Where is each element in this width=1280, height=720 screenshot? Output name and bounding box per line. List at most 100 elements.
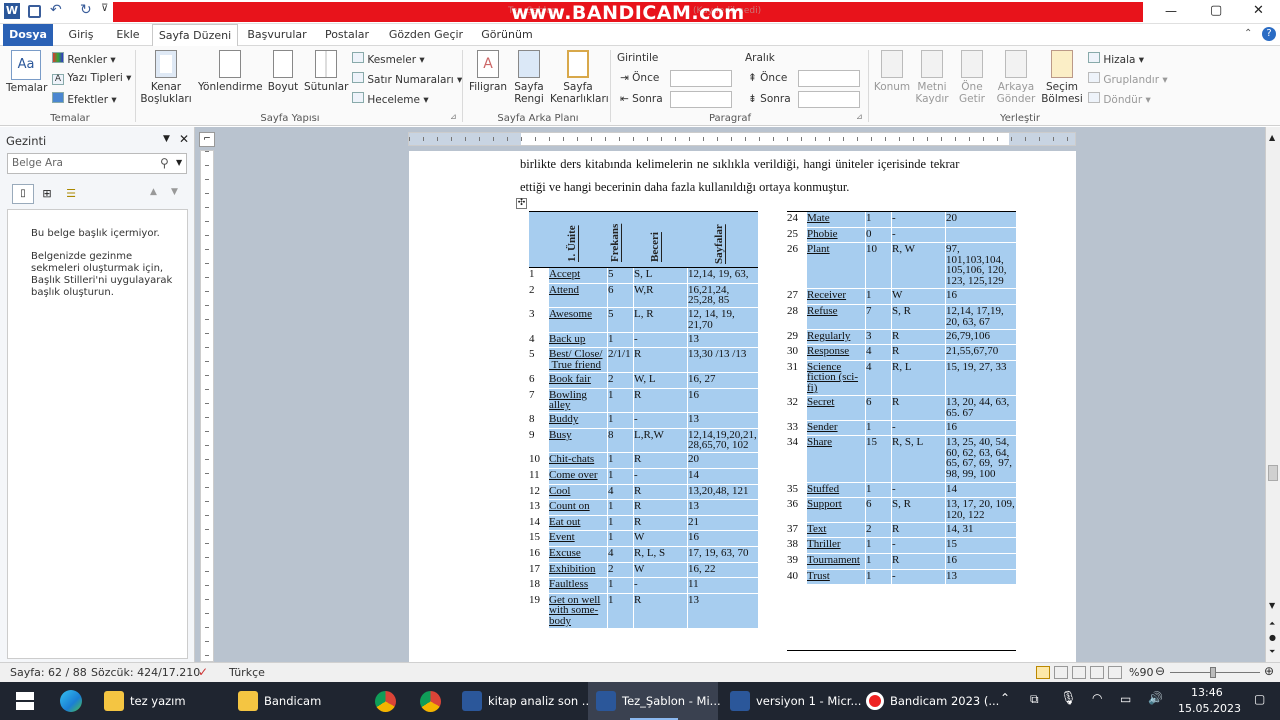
pages-view-icon[interactable]: ⊞ — [36, 184, 58, 204]
table-row[interactable]: 32 Secret 6 R 13, 20, 44, 63, 65. 67 — [787, 396, 1016, 420]
spacing-before-input[interactable] — [798, 70, 860, 87]
zoom-level[interactable]: %90 — [1129, 666, 1153, 679]
table-row[interactable]: 13 Count on 1 R 13 — [529, 500, 758, 515]
table-row[interactable]: 29 Regularly 3 R 26,79,106 — [787, 329, 1016, 345]
table-row[interactable]: 26 Plant 10 R, W 97, 101,103,104, 105,106, 1… — [787, 243, 1016, 289]
table-row[interactable]: 14 Eat out 1 R 21 — [529, 515, 758, 531]
indent-before-input[interactable] — [670, 70, 732, 87]
vertical-ruler[interactable] — [200, 150, 214, 662]
table-row[interactable]: 28 Refuse 7 S, R 12,14, 17,19, 20, 63, 67 — [787, 305, 1016, 329]
tab-postalar[interactable]: Postalar — [318, 24, 376, 46]
results-view-icon[interactable]: ☰ — [60, 184, 82, 204]
tab-sayfa-duzeni[interactable]: Sayfa Düzeni — [152, 24, 238, 47]
table-row[interactable]: 9 Busy 8 L,R,W 12,14,19,20,21, 28,65,70, 102 — [529, 428, 758, 453]
table-row[interactable]: 39 Tournament 1 R 16 — [787, 554, 1016, 569]
table-row[interactable]: 10 Chit-chats 1 R 20 — [529, 453, 758, 468]
taskbar-item-versiyon[interactable]: versiyon 1 - Micr... — [756, 686, 861, 716]
language[interactable]: Türkçe — [229, 666, 265, 679]
heceleme-button[interactable]: Heceleme ▾ — [352, 92, 429, 106]
vertical-scrollbar[interactable]: ▲ ▼ ⏶ ● ⏷ — [1265, 127, 1280, 662]
browse-object-icon[interactable]: ● — [1269, 633, 1276, 642]
nav-menu-icon[interactable]: ▼ — [163, 134, 170, 144]
draft-icon[interactable] — [1108, 666, 1122, 679]
dialog-launcher-icon[interactable]: ⊿ — [450, 112, 457, 121]
ruler-toggle-button[interactable]: ⌐ — [199, 132, 215, 147]
table-row[interactable]: 36 Support 6 S, R 13, 17, 20, 109, 120, 122 — [787, 498, 1016, 522]
temalar-button[interactable]: Aa Temalar — [6, 50, 47, 94]
document-page[interactable]: birlikte ders kitabında kelimelerin ne s… — [409, 151, 1076, 662]
table-row[interactable]: 17 Exhibition 2 W 16, 22 — [529, 562, 758, 578]
web-layout-icon[interactable] — [1072, 666, 1086, 679]
table-row[interactable]: 31 Science fiction (sci- fi) 4 R, L 15, 19, … — [787, 360, 1016, 396]
table-row[interactable]: 6 Book fair 2 W, L 16, 27 — [529, 373, 758, 388]
table-row[interactable]: 18 Faultless 1-11 — [529, 578, 758, 593]
kenar-bosluklari-button[interactable]: Kenar Boşlukları — [140, 50, 192, 105]
search-options-icon[interactable]: ▼ — [176, 158, 182, 167]
tab-gozden-gecir[interactable]: Gözden Geçir — [384, 24, 468, 46]
zoom-thumb[interactable] — [1210, 667, 1216, 678]
table-row[interactable]: 33 Sender 1-16 — [787, 420, 1016, 436]
table-row[interactable]: 38 Thriller 1-15 — [787, 538, 1016, 553]
maximize-button[interactable]: ▢ — [1210, 3, 1222, 18]
table-row[interactable]: 11 Come over 1-14 — [529, 469, 758, 484]
taskbar-item-bandicam-folder[interactable]: Bandicam — [264, 686, 321, 716]
edge-icon[interactable] — [60, 690, 82, 712]
headings-view-icon[interactable]: ▯ — [12, 184, 34, 204]
save-icon[interactable] — [28, 5, 41, 18]
start-icon[interactable] — [16, 692, 34, 710]
sutunlar-button[interactable]: Sütunlar — [304, 50, 348, 93]
previous-page-icon[interactable]: ⏶ — [1269, 619, 1275, 629]
table-row[interactable]: 40 Trust 1-13 — [787, 569, 1016, 585]
tab-basvurular[interactable]: Başvurular — [244, 24, 310, 46]
zoom-out-icon[interactable]: ⊖ — [1155, 664, 1165, 678]
print-layout-icon[interactable] — [1036, 666, 1050, 679]
table-row[interactable]: 24 Mate 1-20 — [787, 212, 1016, 227]
table-row[interactable]: 8 Buddy 1-13 — [529, 413, 758, 428]
sayfa-rengi-button[interactable]: Sayfa Rengi — [510, 50, 548, 105]
yazi-tipleri-button[interactable]: A Yazı Tipleri ▾ — [52, 72, 131, 85]
indent-after-input[interactable] — [670, 91, 732, 108]
battery-icon[interactable]: ▭ — [1120, 692, 1131, 706]
microphone-icon[interactable]: 🎙 — [1060, 691, 1077, 706]
chrome-icon[interactable] — [420, 691, 441, 712]
taskbar-item-tez-sablon[interactable]: Tez_Şablon - Mi... — [622, 686, 721, 716]
kesmeler-button[interactable]: Kesmeler ▾ — [352, 52, 425, 66]
close-button[interactable]: ✕ — [1253, 3, 1264, 18]
next-page-icon[interactable]: ⏷ — [1269, 647, 1275, 657]
secim-bolmesi-button[interactable]: Seçim Bölmesi — [1040, 50, 1084, 105]
undo-icon[interactable]: ↶ — [50, 2, 62, 18]
tab-giris[interactable]: Giriş — [60, 24, 102, 46]
taskbar-item-kitap-analiz[interactable]: kitap analiz son ... — [488, 686, 593, 716]
tab-gorunum[interactable]: Görünüm — [474, 24, 540, 46]
horizontal-ruler[interactable] — [408, 132, 1076, 146]
taskbar-item-tez-yazim[interactable]: tez yazım — [130, 686, 186, 716]
scroll-down-icon[interactable]: ▼ — [1269, 601, 1275, 610]
scroll-up-icon[interactable]: ▲ — [1269, 133, 1275, 142]
table-row[interactable]: 37 Text 2 R 14, 31 — [787, 522, 1016, 538]
table-row[interactable]: 19 Get on well with some- body 1 R 13 — [529, 593, 758, 629]
full-screen-icon[interactable] — [1054, 666, 1068, 679]
renkler-button[interactable]: Renkler ▾ — [52, 52, 116, 66]
efektler-button[interactable]: Efektler ▾ — [52, 92, 117, 106]
wifi-icon[interactable]: ◠ — [1092, 691, 1102, 705]
table-row[interactable]: 34 Share 15 R, S, L 13, 25, 40, 54, 60, 62, … — [787, 436, 1016, 482]
filigran-button[interactable]: A Filigran — [466, 50, 510, 93]
satir-numaralari-button[interactable]: Satır Numaraları ▾ — [352, 72, 462, 86]
table-row[interactable]: 7 Bowling alley 1 R 16 — [529, 388, 758, 413]
table-row[interactable]: 16 Excuse 4 R, L, S 17, 19, 63, 70 — [529, 547, 758, 562]
zoom-in-icon[interactable]: ⊕ — [1264, 664, 1274, 678]
scroll-thumb[interactable] — [1268, 465, 1278, 481]
word-count[interactable]: Sözcük: 424/17.210 — [91, 666, 200, 679]
sayfa-kenarliklari-button[interactable]: Sayfa Kenarlıkları — [550, 50, 609, 105]
nav-down-icon[interactable]: ▼ — [171, 187, 178, 197]
yonlendirme-button[interactable]: Yönlendirme — [198, 50, 263, 93]
outline-icon[interactable] — [1090, 666, 1104, 679]
word-app-icon[interactable]: W — [4, 3, 20, 19]
table-row[interactable]: 1 Accept 5 S, L 12,14, 19, 63, — [529, 268, 758, 283]
table-row[interactable]: 5 Best/ Close/ True friend 2/1/1 R 13,30 /13… — [529, 348, 758, 372]
clock-time[interactable]: 13:46 — [1191, 686, 1223, 699]
table-row[interactable]: 25 Phobie 0- — [787, 227, 1016, 243]
table-row[interactable]: 4 Back up 1-13 — [529, 332, 758, 348]
volume-icon[interactable]: 🔊 — [1148, 691, 1163, 705]
table-move-handle-icon[interactable]: ✣ — [516, 198, 527, 209]
